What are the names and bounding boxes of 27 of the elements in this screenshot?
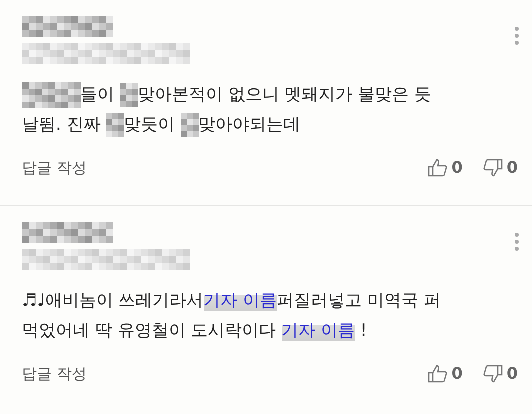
comment-text: 맞아야되는데 xyxy=(198,115,301,135)
comment-text: 들이 xyxy=(80,85,116,105)
reply-link[interactable]: 답글 작성 xyxy=(22,362,87,386)
more-options-icon[interactable] xyxy=(514,232,520,252)
thumbs-up-icon[interactable] xyxy=(428,365,448,383)
comment-text: 맞아본적이 없으니 멧돼지가 불맞은 듯 xyxy=(138,85,432,105)
comment-text: 먹었어네 딱 유영철이 도시락이다 xyxy=(22,321,278,341)
comment-text: ! xyxy=(359,321,368,341)
censor-mosaic xyxy=(22,82,80,108)
thumbs-up-icon[interactable] xyxy=(428,159,448,177)
censor-mosaic xyxy=(180,113,199,138)
like-count: 0 xyxy=(452,157,463,179)
like-count: 0 xyxy=(452,363,463,385)
censor-mosaic xyxy=(106,113,124,138)
thumbs-down-icon[interactable] xyxy=(482,159,503,177)
comment-text: ♬♩애비놈이 쓰레기라서 xyxy=(22,291,204,311)
thumbs-down-icon[interactable] xyxy=(482,365,503,383)
comment-text: 맞듯이 xyxy=(124,115,176,135)
reporter-name: 기자 이름 xyxy=(204,291,278,311)
reporter-name: 기자 이름 xyxy=(282,321,356,341)
dislike-count: 0 xyxy=(506,363,518,385)
comment-text: 날뜀. 진짜 xyxy=(22,115,102,135)
reply-link[interactable]: 답글 작성 xyxy=(22,156,87,180)
dislike-count: 0 xyxy=(506,157,518,179)
censor-mosaic xyxy=(120,83,138,108)
more-options-icon[interactable] xyxy=(514,26,520,46)
comment-text: 퍼질러넣고 미역국 퍼 xyxy=(277,291,441,311)
